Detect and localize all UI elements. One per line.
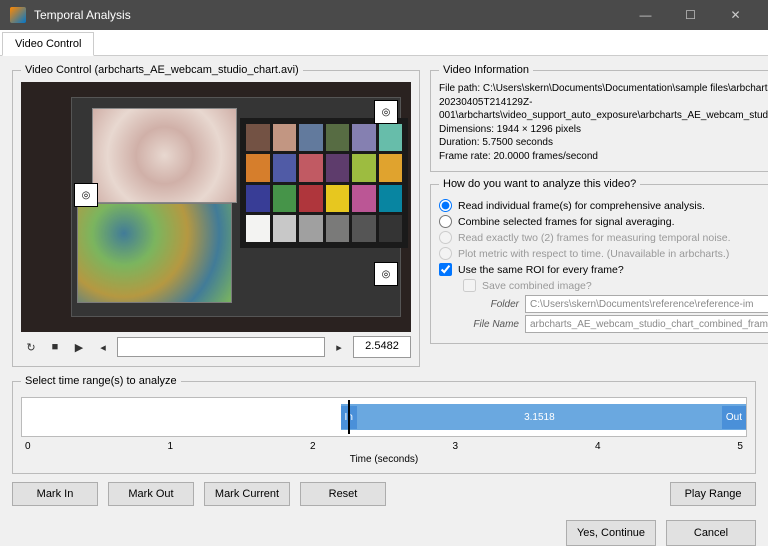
axis-tick: 2 (310, 441, 316, 452)
chk-same-roi[interactable]: Use the same ROI for every frame? (439, 263, 768, 276)
video-preview: ◎ ◎ ◎ (21, 82, 411, 332)
close-button[interactable]: ✕ (713, 0, 758, 30)
analysis-legend: How do you want to analyze this video? (439, 178, 640, 190)
video-control-group: Video Control (arbcharts_AE_webcam_studi… (12, 64, 420, 367)
radio-two (439, 231, 452, 244)
range-track[interactable]: In 3.1518 Out (21, 397, 747, 437)
slider-dec[interactable]: ◂ (93, 337, 113, 357)
dimensions: Dimensions: 1944 × 1296 pixels (439, 123, 768, 137)
color-swatch (246, 154, 270, 181)
color-swatch (379, 154, 403, 181)
fiducial-bottom-right: ◎ (374, 262, 398, 286)
color-swatch (352, 215, 376, 242)
player-controls: ↻ ■ ▶ ◂ ▸ 2.5482 (21, 336, 411, 358)
tab-strip: Video Control (0, 30, 768, 56)
playhead-slider[interactable] (117, 337, 325, 357)
time-range-group: Select time range(s) to analyze In 3.151… (12, 375, 756, 474)
axis-tick: 0 (25, 441, 31, 452)
fiducial-left: ◎ (74, 183, 98, 207)
opt-individual-frames[interactable]: Read individual frame(s) for comprehensi… (439, 199, 768, 212)
color-checker (240, 118, 408, 248)
video-control-legend: Video Control (arbcharts_AE_webcam_studi… (21, 64, 303, 76)
out-handle[interactable]: Out (722, 406, 746, 429)
tab-video-control[interactable]: Video Control (2, 32, 94, 56)
mark-out-button[interactable]: Mark Out (108, 482, 194, 506)
analysis-options-group: How do you want to analyze this video? R… (430, 178, 768, 344)
color-swatch (246, 124, 270, 151)
color-swatch (299, 185, 323, 212)
file-path: File path: C:\Users\skern\Documents\Docu… (439, 82, 768, 123)
duration: Duration: 5.7500 seconds (439, 136, 768, 150)
filename-label: File Name (463, 319, 519, 330)
color-swatch (273, 185, 297, 212)
checkbox-same-roi[interactable] (439, 263, 452, 276)
color-swatch (379, 215, 403, 242)
color-swatch (299, 154, 323, 181)
folder-field (525, 295, 768, 313)
app-icon (10, 7, 26, 23)
color-swatch (299, 124, 323, 151)
cancel-button[interactable]: Cancel (666, 520, 756, 546)
axis-tick: 5 (737, 441, 743, 452)
color-swatch (326, 154, 350, 181)
color-swatch (246, 215, 270, 242)
folder-label: Folder (463, 299, 519, 310)
color-swatch (326, 215, 350, 242)
time-range-legend: Select time range(s) to analyze (21, 375, 181, 387)
yes-continue-button[interactable]: Yes, Continue (566, 520, 656, 546)
axis-tick: 4 (595, 441, 601, 452)
frame-rate: Frame rate: 20.0000 frames/second (439, 150, 768, 164)
radio-metric (439, 247, 452, 260)
maximize-button[interactable]: ☐ (668, 0, 713, 30)
window-title: Temporal Analysis (34, 8, 623, 22)
opt-plot-metric: Plot metric with respect to time. (Unava… (439, 247, 768, 260)
playhead-cursor[interactable] (348, 400, 350, 434)
filename-field (525, 315, 768, 333)
selected-range[interactable]: In 3.1518 Out (341, 404, 746, 430)
rewind-button[interactable]: ↻ (21, 337, 41, 357)
color-swatch (379, 124, 403, 151)
color-swatch (352, 185, 376, 212)
chk-save-combined: Save combined image? (463, 279, 768, 292)
color-swatch (246, 185, 270, 212)
axis-tick: 3 (452, 441, 458, 452)
mark-in-button[interactable]: Mark In (12, 482, 98, 506)
color-swatch (273, 124, 297, 151)
video-info-legend: Video Information (439, 64, 533, 76)
titlebar: Temporal Analysis — ☐ ✕ (0, 0, 768, 30)
current-time-field[interactable]: 2.5482 (353, 336, 411, 358)
slider-inc[interactable]: ▸ (329, 337, 349, 357)
color-swatch (273, 215, 297, 242)
stop-button[interactable]: ■ (45, 337, 65, 357)
circular-chart (92, 108, 237, 203)
axis-tick: 1 (167, 441, 173, 452)
radio-individual[interactable] (439, 199, 452, 212)
color-swatch (352, 154, 376, 181)
video-information-group: Video Information File path: C:\Users\sk… (430, 64, 768, 172)
minimize-button[interactable]: — (623, 0, 668, 30)
color-swatch (352, 124, 376, 151)
color-swatch (299, 215, 323, 242)
time-axis: 0 1 2 3 4 5 (21, 441, 747, 452)
play-range-button[interactable]: Play Range (670, 482, 756, 506)
color-swatch (326, 185, 350, 212)
radio-combine[interactable] (439, 215, 452, 228)
play-button[interactable]: ▶ (69, 337, 89, 357)
color-swatch (379, 185, 403, 212)
checkbox-save-combined (463, 279, 476, 292)
color-swatch (326, 124, 350, 151)
time-axis-label: Time (seconds) (21, 454, 747, 465)
reset-button[interactable]: Reset (300, 482, 386, 506)
fiducial-top-right: ◎ (374, 100, 398, 124)
opt-two-frames: Read exactly two (2) frames for measurin… (439, 231, 768, 244)
opt-combine-frames[interactable]: Combine selected frames for signal avera… (439, 215, 768, 228)
mark-current-button[interactable]: Mark Current (204, 482, 290, 506)
range-value-label: 3.1518 (357, 412, 722, 423)
color-swatch (273, 154, 297, 181)
spilled-coins-chart (77, 203, 232, 303)
